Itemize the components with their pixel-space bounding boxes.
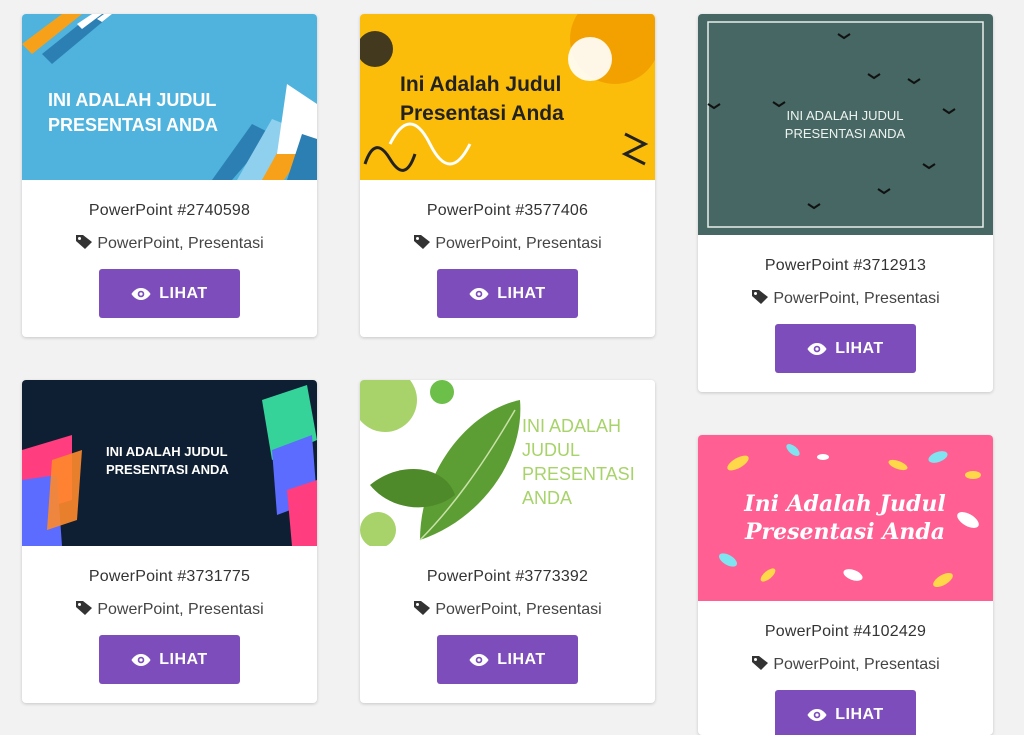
view-button-label: LIHAT (159, 651, 208, 668)
eye-icon (469, 288, 489, 300)
view-button[interactable]: LIHAT (775, 690, 916, 735)
eye-icon (131, 288, 151, 300)
thumbnail-graphic: INI ADALAH JUDUL PRESENTASI ANDA (360, 380, 635, 546)
template-tags-label: PowerPoint, Presentasi (773, 290, 940, 307)
thumbnail-graphic: INI ADALAH JUDUL PRESENTASI ANDA (22, 385, 317, 546)
template-tags-label: PowerPoint, Presentasi (97, 601, 264, 618)
tag-icon (76, 235, 93, 249)
template-title: PowerPoint #3773392 (426, 568, 589, 585)
view-button[interactable]: LIHAT (775, 324, 916, 373)
template-card: Ini Adalah Judul Presentasi Anda PowerPo… (698, 435, 993, 735)
thumbnail-title-line-1: Ini Adalah Judul (743, 491, 945, 517)
thumbnail-graphic: Ini Adalah Judul Presentasi Anda (360, 14, 655, 172)
template-tags: PowerPoint, Presentasi (698, 289, 993, 308)
template-thumbnail[interactable]: Ini Adalah Judul Presentasi Anda (360, 14, 655, 180)
template-thumbnail[interactable]: INI ADALAH JUDUL PRESENTASI ANDA (22, 14, 317, 180)
thumbnail-title-line-1: INI ADALAH (522, 416, 621, 436)
template-card: INI ADALAH JUDUL PRESENTASI ANDA PowerPo… (22, 380, 317, 703)
tag-icon (752, 656, 769, 670)
thumbnail-title-line-3: PRESENTASI (522, 464, 635, 484)
tag-icon (414, 235, 431, 249)
thumbnail-title-line-1: Ini Adalah Judul (400, 73, 561, 96)
view-button-label: LIHAT (159, 285, 208, 302)
template-tags-label: PowerPoint, Presentasi (773, 656, 940, 673)
template-thumbnail[interactable]: Ini Adalah Judul Presentasi Anda (698, 435, 993, 601)
template-tags: PowerPoint, Presentasi (360, 600, 655, 619)
thumbnail-graphic: Ini Adalah Judul Presentasi Anda (718, 444, 981, 587)
template-title: PowerPoint #2740598 (88, 202, 251, 219)
template-tags: PowerPoint, Presentasi (360, 234, 655, 253)
template-tags: PowerPoint, Presentasi (698, 655, 993, 674)
thumbnail-title-line-2: PRESENTASI ANDA (106, 462, 229, 477)
template-title: PowerPoint #3731775 (88, 568, 251, 585)
view-button-label: LIHAT (835, 706, 884, 723)
thumbnail-title-line-2: Presentasi Anda (400, 102, 564, 125)
template-title: PowerPoint #3577406 (426, 202, 589, 219)
template-tags: PowerPoint, Presentasi (22, 234, 317, 253)
template-title: PowerPoint #3712913 (764, 257, 927, 274)
template-card: INI ADALAH JUDUL PRESENTASI ANDA PowerPo… (22, 14, 317, 337)
template-tags-label: PowerPoint, Presentasi (435, 601, 602, 618)
view-button[interactable]: LIHAT (437, 635, 578, 684)
template-card: INI ADALAH JUDUL PRESENTASI ANDA PowerPo… (698, 14, 993, 392)
template-title: PowerPoint #4102429 (764, 623, 927, 640)
view-button[interactable]: LIHAT (99, 635, 240, 684)
template-tags-label: PowerPoint, Presentasi (97, 235, 264, 252)
view-button[interactable]: LIHAT (99, 269, 240, 318)
template-card: Ini Adalah Judul Presentasi Anda PowerPo… (360, 14, 655, 337)
template-tags: PowerPoint, Presentasi (22, 600, 317, 619)
thumbnail-title-line-2: JUDUL (522, 440, 580, 460)
thumbnail-title-line-2: Presentasi Anda (744, 519, 945, 545)
template-thumbnail[interactable]: INI ADALAH JUDUL PRESENTASI ANDA (698, 14, 993, 235)
thumbnail-title-line-1: INI ADALAH JUDUL (106, 444, 228, 459)
template-card: INI ADALAH JUDUL PRESENTASI ANDA PowerPo… (360, 380, 655, 703)
view-button-label: LIHAT (835, 340, 884, 357)
template-thumbnail[interactable]: INI ADALAH JUDUL PRESENTASI ANDA (360, 380, 655, 546)
thumbnail-title-line-1: INI ADALAH JUDUL (786, 108, 903, 123)
eye-icon (131, 654, 151, 666)
eye-icon (807, 709, 827, 721)
template-thumbnail[interactable]: INI ADALAH JUDUL PRESENTASI ANDA (22, 380, 317, 546)
thumbnail-title-line-4: ANDA (522, 488, 572, 508)
view-button-label: LIHAT (497, 651, 546, 668)
view-button[interactable]: LIHAT (437, 269, 578, 318)
eye-icon (469, 654, 489, 666)
tag-icon (76, 601, 93, 615)
view-button-label: LIHAT (497, 285, 546, 302)
thumbnail-title-line-2: PRESENTASI ANDA (785, 126, 906, 141)
thumbnail-graphic: INI ADALAH JUDUL PRESENTASI ANDA (707, 21, 984, 228)
thumbnail-graphic: INI ADALAH JUDUL PRESENTASI ANDA (22, 14, 317, 180)
tag-icon (414, 601, 431, 615)
tag-icon (752, 290, 769, 304)
thumbnail-title-line-2: PRESENTASI ANDA (48, 115, 218, 135)
template-tags-label: PowerPoint, Presentasi (435, 235, 602, 252)
thumbnail-title-line-1: INI ADALAH JUDUL (48, 90, 216, 110)
eye-icon (807, 343, 827, 355)
